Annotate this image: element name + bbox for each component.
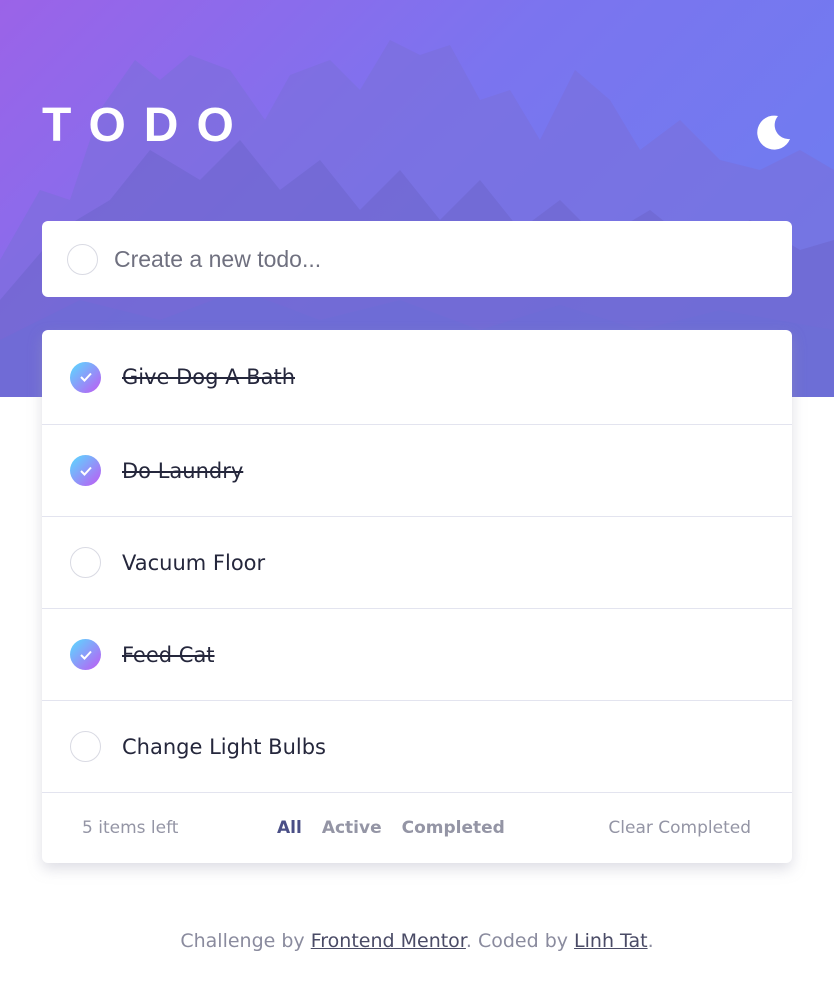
todo-item[interactable]: Give Dog A Bath: [42, 330, 792, 425]
todo-item[interactable]: Change Light Bulbs: [42, 701, 792, 793]
credit-middle: . Coded by: [465, 930, 575, 952]
moon-icon: [757, 115, 790, 150]
clear-completed-button[interactable]: Clear Completed: [608, 818, 751, 838]
new-todo-bar: [42, 221, 792, 297]
todo-label: Give Dog A Bath: [122, 365, 296, 389]
credit-suffix: .: [647, 930, 654, 952]
filter-all[interactable]: All: [277, 818, 302, 838]
new-todo-input[interactable]: [114, 245, 734, 273]
new-todo-check-circle[interactable]: [67, 243, 98, 275]
checkbox-unchecked[interactable]: [70, 547, 101, 578]
author-link[interactable]: Linh Tat: [574, 930, 648, 952]
app-title: TODO: [42, 99, 252, 152]
checkmark-icon: [79, 466, 92, 476]
checkmark-icon: [79, 650, 92, 660]
checkbox-checked[interactable]: [70, 639, 101, 670]
checkbox-unchecked[interactable]: [70, 731, 101, 762]
checkbox-checked[interactable]: [70, 361, 101, 393]
theme-toggle-button[interactable]: [752, 112, 792, 152]
list-footer: 5 items left All Active Completed Clear …: [42, 793, 792, 863]
attribution: Challenge by Frontend Mentor. Coded by L…: [0, 930, 834, 952]
todo-label: Feed Cat: [122, 642, 215, 667]
filter-completed[interactable]: Completed: [402, 818, 505, 838]
todo-list: Give Dog A Bath Do Laundry Vacuum Floor …: [42, 330, 792, 863]
todo-label: Do Laundry: [122, 458, 244, 483]
todo-item[interactable]: Do Laundry: [42, 425, 792, 517]
checkbox-checked[interactable]: [70, 455, 101, 486]
credit-prefix: Challenge by: [180, 930, 311, 952]
checkmark-icon: [79, 372, 92, 382]
frontend-mentor-link[interactable]: Frontend Mentor: [311, 930, 466, 952]
filter-group: All Active Completed: [277, 818, 505, 838]
filter-active[interactable]: Active: [322, 818, 382, 838]
todo-label: Vacuum Floor: [122, 550, 266, 575]
todo-item[interactable]: Feed Cat: [42, 609, 792, 701]
items-left-count: 5 items left: [82, 818, 179, 838]
todo-item[interactable]: Vacuum Floor: [42, 517, 792, 609]
todo-label: Change Light Bulbs: [122, 734, 326, 759]
